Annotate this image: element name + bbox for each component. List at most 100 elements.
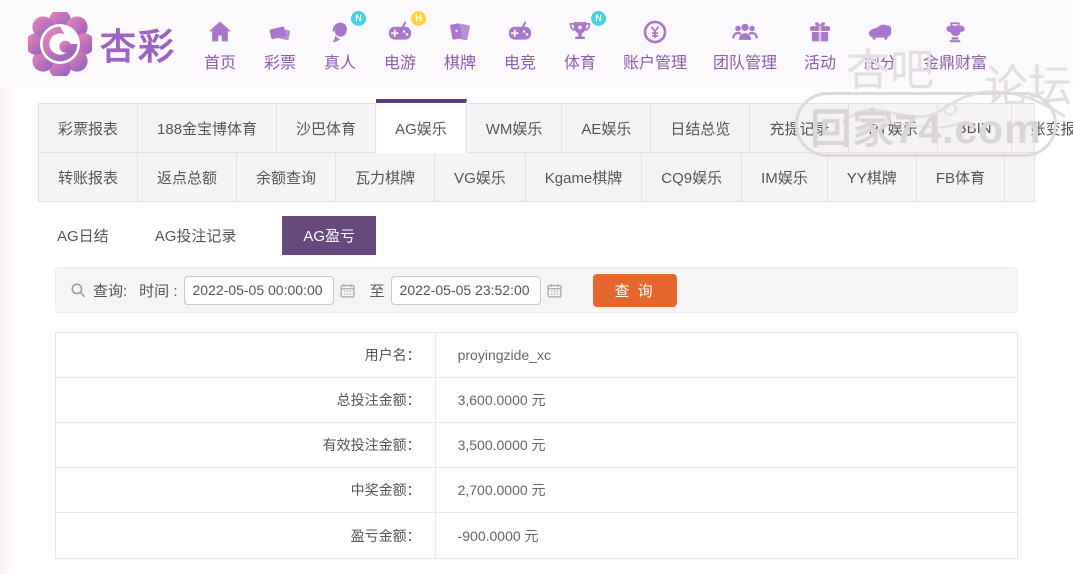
primary-tab[interactable]: AE娱乐 bbox=[562, 104, 652, 152]
gamepad-icon: H bbox=[383, 10, 427, 46]
primary-tab[interactable]: 日结总览 bbox=[651, 104, 751, 152]
nav-item-label: 电游 bbox=[384, 54, 417, 72]
row-value: proyingzide_xc bbox=[457, 347, 551, 363]
ag-subtabs: AG日结 AG投注记录 AG盈亏 bbox=[55, 215, 1018, 255]
primary-tab[interactable]: 瓦力棋牌 bbox=[336, 153, 436, 201]
nav-item[interactable]: N 真人 bbox=[310, 10, 370, 73]
row-label: 盈亏金额： bbox=[56, 513, 436, 558]
start-time-input[interactable] bbox=[183, 275, 334, 305]
row-value: 3,600.0000 元 bbox=[457, 392, 546, 408]
nav-item-label: 账户管理 bbox=[623, 54, 688, 72]
primary-tab[interactable]: 彩票报表 bbox=[39, 104, 139, 152]
calendar-icon[interactable] bbox=[546, 282, 563, 299]
badge: N bbox=[591, 10, 607, 26]
brand-name: 杏彩 bbox=[100, 26, 177, 67]
row-value: -900.0000 元 bbox=[457, 527, 539, 544]
top-navigation: 杏彩 首页 彩票 N 真人 H 电游 棋牌 电竞 N 体育 账户管理 团队管理 活动 跑分 金鼎财富 bbox=[0, 0, 1073, 88]
nav-item[interactable]: 棋牌 bbox=[430, 16, 490, 73]
tickets-icon bbox=[263, 16, 297, 46]
ag-subtab[interactable]: AG盈亏 bbox=[282, 215, 377, 255]
nav-item[interactable]: 首页 bbox=[190, 16, 250, 73]
nav-item-label: 首页 bbox=[204, 54, 237, 72]
ag-subtab[interactable]: AG投注记录 bbox=[155, 225, 237, 246]
nav-item[interactable]: 金鼎财富 bbox=[910, 16, 1000, 73]
to-label: 至 bbox=[369, 282, 385, 300]
nav-item-label: 棋牌 bbox=[444, 54, 477, 72]
cards-icon bbox=[443, 16, 477, 46]
time-label: 时间 : bbox=[139, 282, 178, 300]
search-icon bbox=[69, 281, 87, 299]
gift-icon bbox=[803, 16, 837, 46]
table-row: 用户名： proyingzide_xc bbox=[56, 333, 1017, 378]
nav-item[interactable]: 彩票 bbox=[250, 16, 310, 73]
nav-item-label: 彩票 bbox=[264, 54, 297, 72]
nav-item-label: 活动 bbox=[804, 54, 837, 72]
team-icon bbox=[728, 16, 762, 46]
primary-tab[interactable]: VG娱乐 bbox=[435, 153, 526, 201]
profit-loss-table: 用户名： proyingzide_xc 总投注金额： 3,600.0000 元有效投注… bbox=[55, 332, 1018, 559]
primary-tab[interactable]: 转账报表 bbox=[39, 153, 139, 201]
query-label: 查询: bbox=[93, 282, 128, 300]
primary-tab[interactable]: IM娱乐 bbox=[742, 153, 828, 201]
tab-row-2: 转账报表 返点总额 余额查询 瓦力棋牌 VG娱乐 Kgame棋牌 CQ9娱乐 IM娱乐 YY棋牌… bbox=[39, 153, 1034, 201]
query-button[interactable]: 查 询 bbox=[592, 273, 677, 307]
nav-item[interactable]: H 电游 bbox=[370, 10, 430, 73]
primary-tab[interactable]: 沙巴体育 bbox=[277, 104, 377, 152]
row-label: 用户名： bbox=[56, 333, 436, 377]
ag-subtab[interactable]: AG日结 bbox=[57, 225, 109, 246]
table-row: 盈亏金额： -900.0000 元 bbox=[56, 513, 1017, 558]
primary-tab[interactable]: CQ9娱乐 bbox=[642, 153, 743, 201]
row-value: 3,500.0000 元 bbox=[457, 437, 546, 453]
row-label: 总投注金额： bbox=[56, 378, 436, 422]
nav-item[interactable]: 团队管理 bbox=[700, 16, 790, 73]
coin-icon bbox=[638, 16, 672, 46]
nav-item[interactable]: 跑分 bbox=[850, 16, 910, 73]
badge: H bbox=[411, 10, 427, 26]
nav-item[interactable]: 电竞 bbox=[490, 16, 550, 73]
nav-menu: 首页 彩票 N 真人 H 电游 棋牌 电竞 N 体育 账户管理 团队管理 活动 跑分 金鼎财富 bbox=[190, 10, 1000, 73]
primary-tab[interactable]: FB体育 bbox=[917, 153, 1005, 201]
nav-item-label: 电竞 bbox=[504, 54, 537, 72]
row-value: 2,700.0000 元 bbox=[457, 482, 546, 498]
primary-tab[interactable]: 充提记录 bbox=[750, 104, 850, 152]
calendar-icon[interactable] bbox=[339, 282, 356, 299]
primary-tab[interactable]: 账变报表 bbox=[1012, 104, 1073, 152]
trophy-icon: N bbox=[563, 10, 607, 46]
search-panel: 查询: 时间 : 至 查 询 bbox=[55, 267, 1018, 313]
primary-tab[interactable]: BBIN bbox=[938, 104, 1012, 152]
rhino-icon bbox=[863, 16, 897, 46]
end-time-input[interactable] bbox=[390, 275, 541, 305]
report-tabs-panel: 彩票报表 188金宝博体育 沙巴体育 AG娱乐 WM娱乐 AE娱乐 日结总览 充提记录 PT娱乐… bbox=[38, 99, 1073, 202]
primary-tab[interactable]: 余额查询 bbox=[237, 153, 337, 201]
nav-item-label: 跑分 bbox=[864, 54, 897, 72]
gamepad-icon bbox=[503, 16, 537, 46]
brand-logo[interactable]: 杏彩 bbox=[28, 12, 176, 76]
nav-item-label: 团队管理 bbox=[713, 54, 778, 72]
table-row: 中奖金额： 2,700.0000 元 bbox=[56, 468, 1017, 513]
home-icon bbox=[203, 16, 237, 46]
primary-tab[interactable]: AG娱乐 bbox=[376, 99, 467, 153]
primary-tab[interactable]: PT娱乐 bbox=[849, 104, 938, 152]
row-label: 中奖金额： bbox=[56, 468, 436, 512]
nav-item-label: 金鼎财富 bbox=[923, 54, 988, 72]
nav-item[interactable]: N 体育 bbox=[550, 10, 610, 73]
nav-item[interactable]: 活动 bbox=[790, 16, 850, 73]
primary-tab[interactable]: YY棋牌 bbox=[828, 153, 917, 201]
row-label: 有效投注金额： bbox=[56, 423, 436, 467]
nav-item-label: 真人 bbox=[324, 54, 357, 72]
primary-tab[interactable]: Kgame棋牌 bbox=[526, 153, 643, 201]
primary-tab[interactable]: 188金宝博体育 bbox=[138, 104, 278, 152]
tab-row-1: 彩票报表 188金宝博体育 沙巴体育 AG娱乐 WM娱乐 AE娱乐 日结总览 充提记录 PT娱乐… bbox=[39, 99, 1073, 153]
nav-item[interactable]: 账户管理 bbox=[610, 16, 700, 73]
table-row: 有效投注金额： 3,500.0000 元 bbox=[56, 423, 1017, 468]
flower-logo-icon bbox=[28, 12, 92, 76]
person-icon: N bbox=[323, 10, 367, 46]
badge: N bbox=[351, 10, 367, 26]
primary-tab[interactable]: 返点总额 bbox=[138, 153, 238, 201]
content-panel: AG日结 AG投注记录 AG盈亏 查询: 时间 : 至 查 询 用户名： proyin… bbox=[38, 202, 1035, 559]
table-row: 总投注金额： 3,600.0000 元 bbox=[56, 378, 1017, 423]
urn-icon bbox=[938, 16, 972, 46]
nav-item-label: 体育 bbox=[564, 54, 597, 72]
primary-tab[interactable]: WM娱乐 bbox=[467, 104, 563, 152]
page-left-tint bbox=[0, 88, 14, 574]
